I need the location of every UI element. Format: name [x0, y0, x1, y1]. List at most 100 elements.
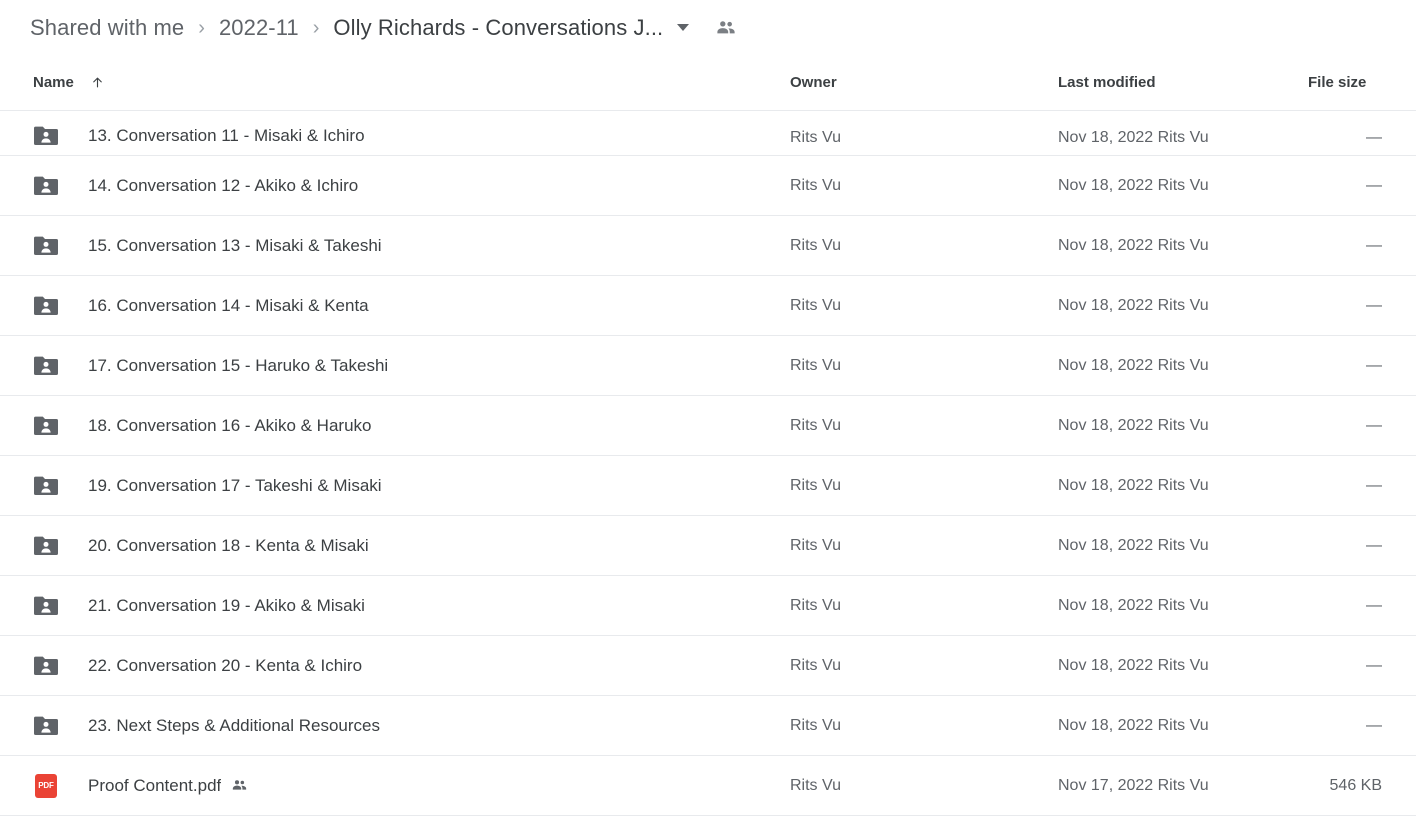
- cell-owner: Rits Vu: [790, 356, 841, 374]
- cell-owner: Rits Vu: [790, 716, 841, 734]
- cell-name: 13. Conversation 11 - Misaki & Ichiro: [0, 125, 790, 147]
- cell-last-modified: Nov 18, 2022 Rits Vu: [1058, 416, 1209, 434]
- table-body: 13. Conversation 11 - Misaki & Ichiro Rit…: [0, 111, 1416, 816]
- shared-folder-icon: [33, 175, 59, 197]
- table-row[interactable]: 13. Conversation 11 - Misaki & Ichiro Rit…: [0, 111, 1416, 156]
- cell-name: 19. Conversation 17 - Takeshi & Misaki: [0, 475, 790, 497]
- cell-file-size: —: [1366, 536, 1382, 554]
- cell-name: PDF Proof Content.pdf: [0, 773, 790, 798]
- column-header-name[interactable]: Name: [0, 74, 790, 91]
- column-header-owner-label: Owner: [790, 74, 837, 91]
- table-row[interactable]: 18. Conversation 16 - Akiko & Haruko Rits…: [0, 396, 1416, 456]
- cell-last-modified: Nov 18, 2022 Rits Vu: [1058, 596, 1209, 614]
- shared-folder-icon: [33, 655, 59, 677]
- cell-name: 14. Conversation 12 - Akiko & Ichiro: [0, 175, 790, 197]
- cell-name: 20. Conversation 18 - Kenta & Misaki: [0, 535, 790, 557]
- table-row[interactable]: 14. Conversation 12 - Akiko & Ichiro Rits…: [0, 156, 1416, 216]
- column-header-last-modified[interactable]: Last modified: [1058, 74, 1308, 91]
- cell-last-modified: Nov 18, 2022 Rits Vu: [1058, 129, 1209, 146]
- file-name[interactable]: 16. Conversation 14 - Misaki & Kenta: [88, 296, 369, 316]
- table-header-row: Name Owner Last modified File size: [0, 55, 1416, 111]
- table-row[interactable]: 23. Next Steps & Additional Resources Rit…: [0, 696, 1416, 756]
- table-row[interactable]: 16. Conversation 14 - Misaki & Kenta Rits…: [0, 276, 1416, 336]
- table-row[interactable]: 20. Conversation 18 - Kenta & Misaki Rits…: [0, 516, 1416, 576]
- cell-owner: Rits Vu: [790, 129, 841, 146]
- shared-folder-icon: [33, 715, 59, 737]
- table-row[interactable]: 21. Conversation 19 - Akiko & Misaki Rits…: [0, 576, 1416, 636]
- shared-folder-icon: [33, 415, 59, 437]
- cell-owner: Rits Vu: [790, 176, 841, 194]
- cell-name: 15. Conversation 13 - Misaki & Takeshi: [0, 235, 790, 257]
- cell-name: 21. Conversation 19 - Akiko & Misaki: [0, 595, 790, 617]
- breadcrumb: Shared with me › 2022-11 › Olly Richards - C…: [0, 0, 1416, 55]
- table-row[interactable]: 22. Conversation 20 - Kenta & Ichiro Rits…: [0, 636, 1416, 696]
- cell-owner: Rits Vu: [790, 656, 841, 674]
- breadcrumb-item-2[interactable]: 2022-11: [219, 15, 299, 41]
- cell-owner: Rits Vu: [790, 416, 841, 434]
- cell-file-size: —: [1366, 356, 1382, 374]
- cell-file-size: —: [1366, 416, 1382, 434]
- breadcrumb-separator: ›: [198, 16, 205, 39]
- file-name[interactable]: Proof Content.pdf: [88, 776, 221, 796]
- cell-last-modified: Nov 18, 2022 Rits Vu: [1058, 236, 1209, 254]
- file-name[interactable]: 17. Conversation 15 - Haruko & Takeshi: [88, 356, 388, 376]
- cell-last-modified: Nov 18, 2022 Rits Vu: [1058, 716, 1209, 734]
- column-header-file-size-label: File size: [1308, 74, 1367, 91]
- cell-file-size: —: [1366, 296, 1382, 314]
- shared-folder-icon: [33, 235, 59, 257]
- column-header-name-label: Name: [33, 74, 74, 91]
- file-name[interactable]: 15. Conversation 13 - Misaki & Takeshi: [88, 236, 382, 256]
- cell-owner: Rits Vu: [790, 296, 841, 314]
- file-name[interactable]: 22. Conversation 20 - Kenta & Ichiro: [88, 656, 362, 676]
- file-list-table: Name Owner Last modified File size 13. C…: [0, 55, 1416, 816]
- cell-owner: Rits Vu: [790, 596, 841, 614]
- breadcrumb-item-1[interactable]: Shared with me: [30, 15, 184, 41]
- cell-name: 22. Conversation 20 - Kenta & Ichiro: [0, 655, 790, 677]
- column-header-last-modified-label: Last modified: [1058, 74, 1156, 91]
- cell-file-size: —: [1366, 656, 1382, 674]
- cell-last-modified: Nov 18, 2022 Rits Vu: [1058, 476, 1209, 494]
- breadcrumb-item-3[interactable]: Olly Richards - Conversations J...: [333, 15, 663, 41]
- cell-last-modified: Nov 18, 2022 Rits Vu: [1058, 536, 1209, 554]
- cell-owner: Rits Vu: [790, 236, 841, 254]
- breadcrumb-separator: ›: [312, 16, 320, 39]
- arrow-up-icon[interactable]: [90, 75, 105, 90]
- shared-people-icon: [231, 777, 248, 794]
- cell-file-size: 546 KB: [1329, 776, 1382, 794]
- file-name[interactable]: 18. Conversation 16 - Akiko & Haruko: [88, 416, 371, 436]
- cell-name: 18. Conversation 16 - Akiko & Haruko: [0, 415, 790, 437]
- column-header-owner[interactable]: Owner: [790, 74, 1058, 91]
- file-name[interactable]: 14. Conversation 12 - Akiko & Ichiro: [88, 176, 358, 196]
- shared-folder-icon: [33, 355, 59, 377]
- cell-name: 23. Next Steps & Additional Resources: [0, 715, 790, 737]
- shared-folder-icon: [33, 125, 59, 147]
- file-name[interactable]: 19. Conversation 17 - Takeshi & Misaki: [88, 476, 382, 496]
- shared-folder-icon: [33, 595, 59, 617]
- cell-file-size: —: [1366, 176, 1382, 194]
- cell-owner: Rits Vu: [790, 776, 841, 794]
- cell-file-size: —: [1366, 476, 1382, 494]
- cell-file-size: —: [1366, 236, 1382, 254]
- file-name[interactable]: 13. Conversation 11 - Misaki & Ichiro: [88, 126, 365, 146]
- cell-last-modified: Nov 18, 2022 Rits Vu: [1058, 356, 1209, 374]
- cell-file-size: —: [1366, 596, 1382, 614]
- file-name[interactable]: 20. Conversation 18 - Kenta & Misaki: [88, 536, 369, 556]
- cell-file-size: —: [1366, 129, 1382, 146]
- table-row[interactable]: 19. Conversation 17 - Takeshi & Misaki Ri…: [0, 456, 1416, 516]
- pdf-icon-label: PDF: [35, 773, 57, 798]
- people-icon[interactable]: [715, 17, 737, 39]
- chevron-down-icon[interactable]: [677, 24, 690, 31]
- shared-folder-icon: [33, 535, 59, 557]
- cell-last-modified: Nov 18, 2022 Rits Vu: [1058, 656, 1209, 674]
- table-row[interactable]: 15. Conversation 13 - Misaki & Takeshi Ri…: [0, 216, 1416, 276]
- file-name[interactable]: 21. Conversation 19 - Akiko & Misaki: [88, 596, 365, 616]
- cell-owner: Rits Vu: [790, 536, 841, 554]
- shared-folder-icon: [33, 475, 59, 497]
- file-name[interactable]: 23. Next Steps & Additional Resources: [88, 716, 380, 736]
- table-row[interactable]: PDF Proof Content.pdf Rits Vu Nov 17, 2022 …: [0, 756, 1416, 816]
- cell-last-modified: Nov 18, 2022 Rits Vu: [1058, 296, 1209, 314]
- cell-owner: Rits Vu: [790, 476, 841, 494]
- shared-folder-icon: [33, 295, 59, 317]
- table-row[interactable]: 17. Conversation 15 - Haruko & Takeshi Ri…: [0, 336, 1416, 396]
- column-header-file-size[interactable]: File size: [1308, 74, 1416, 91]
